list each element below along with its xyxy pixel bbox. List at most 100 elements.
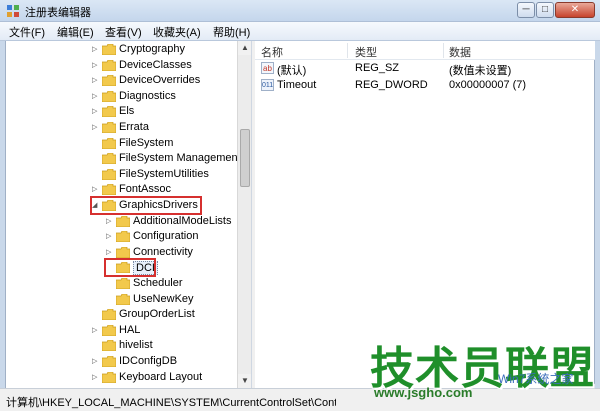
title-bar: 注册表编辑器 ─ □ ✕ xyxy=(0,0,600,22)
column-divider[interactable] xyxy=(347,43,348,58)
collapsed-arrow-icon[interactable]: ▷ xyxy=(92,326,100,336)
minimize-button[interactable]: ─ xyxy=(517,2,535,18)
tree-item-label: GroupOrderList xyxy=(119,308,195,321)
menu-help[interactable]: 帮助(H) xyxy=(210,24,253,40)
tree-item-label: AdditionalModeLists xyxy=(133,214,232,227)
folder-icon xyxy=(116,278,130,289)
window-title: 注册表编辑器 xyxy=(25,7,91,19)
folder-icon xyxy=(116,246,130,258)
tree-item[interactable]: FileSystem Management xyxy=(6,151,237,167)
menu-favorites[interactable]: 收藏夹(A) xyxy=(150,24,204,40)
tree-item-label: Cryptography xyxy=(119,43,186,55)
tree-item-label: Diagnostics xyxy=(119,89,176,102)
collapsed-arrow-icon[interactable]: ▷ xyxy=(92,76,100,86)
registry-editor-icon xyxy=(7,5,19,17)
folder-icon xyxy=(102,106,116,118)
collapsed-arrow-icon[interactable]: ▷ xyxy=(92,107,100,117)
folder-icon xyxy=(102,153,116,165)
folder-icon xyxy=(102,44,116,55)
collapsed-arrow-icon[interactable]: ▷ xyxy=(92,373,100,383)
collapsed-arrow-icon[interactable]: ▷ xyxy=(92,45,100,55)
status-key-path: 计算机\HKEY_LOCAL_MACHINE\SYSTEM\CurrentCon… xyxy=(6,397,336,409)
tree-item[interactable]: FileSystemUtilities xyxy=(6,167,237,183)
tree-item-label: Keyboard Layout xyxy=(119,370,203,383)
folder-icon xyxy=(102,90,116,102)
tree-item[interactable]: ▷ Errata xyxy=(6,120,237,136)
tree-item[interactable]: ▷ AdditionalModeLists xyxy=(6,214,237,230)
maximize-button[interactable]: □ xyxy=(536,2,554,18)
folder-icon xyxy=(102,168,116,180)
folder-icon xyxy=(102,371,116,383)
folder-icon xyxy=(102,324,116,336)
scroll-up-icon[interactable]: ▲ xyxy=(238,41,252,55)
tree-item[interactable]: ▷ Configuration xyxy=(6,229,237,245)
tree-item[interactable]: ▷ DeviceClasses xyxy=(6,58,237,74)
collapsed-arrow-icon[interactable]: ▷ xyxy=(106,248,114,258)
folder-icon xyxy=(116,215,130,227)
tree-item[interactable]: ▷ DeviceOverrides xyxy=(6,73,237,89)
tree-item-label: Scheduler xyxy=(133,277,183,289)
folder-icon xyxy=(116,293,130,305)
menu-view[interactable]: 查看(V) xyxy=(102,24,145,40)
tree-item[interactable]: Scheduler xyxy=(6,276,237,292)
value-name: (默认) xyxy=(277,65,307,77)
collapsed-arrow-icon[interactable]: ▷ xyxy=(92,61,100,71)
tree-scrollbar[interactable]: ▲ ▼ xyxy=(237,41,252,388)
list-header: 名称 类型 数据 xyxy=(255,41,595,60)
tree-item[interactable]: ▷ Keyboard Layout xyxy=(6,370,237,386)
string-value-icon: ab xyxy=(261,62,274,74)
tree-item[interactable]: ▷ Cryptography xyxy=(6,42,237,58)
column-divider[interactable] xyxy=(443,43,444,58)
tree-item-label: HAL xyxy=(119,323,141,336)
value-row[interactable]: 011 Timeout REG_DWORD 0x00000007 (7) xyxy=(255,77,595,94)
tree-item[interactable]: ▷ HAL xyxy=(6,323,237,339)
registry-key-tree[interactable]: ▷ Cryptography ▷ DeviceClasses ▷ DeviceOverri… xyxy=(5,41,237,388)
folder-icon xyxy=(102,122,116,133)
value-data: 0x00000007 (7) xyxy=(449,79,527,91)
value-name: Timeout xyxy=(277,79,317,91)
collapsed-arrow-icon[interactable]: ▷ xyxy=(106,232,114,242)
tree-item[interactable]: hivelist xyxy=(6,338,237,354)
tree-item-label: FileSystem xyxy=(119,136,174,149)
menu-edit[interactable]: 编辑(E) xyxy=(54,24,97,40)
tree-item[interactable]: ▷ IDConfigDB xyxy=(6,354,237,370)
tree-item-label: UseNewKey xyxy=(133,292,194,305)
collapsed-arrow-icon[interactable]: ▷ xyxy=(92,92,100,102)
tree-item-label: IDConfigDB xyxy=(119,355,178,367)
tree-item[interactable]: FileSystem xyxy=(6,136,237,152)
column-header-type[interactable]: 类型 xyxy=(355,44,377,60)
tree-item[interactable]: UseNewKey xyxy=(6,292,237,308)
site-watermark: 技术员联盟 www.jsgho.com Win7系统之家 xyxy=(370,332,598,411)
tree-item-label: DeviceOverrides xyxy=(119,74,201,87)
tree-item-label: FileSystem Management xyxy=(119,152,237,165)
value-data: (数值未设置) xyxy=(449,65,512,77)
tree-item-label: FontAssoc xyxy=(119,183,171,196)
scroll-down-icon[interactable]: ▼ xyxy=(238,374,252,388)
scroll-thumb[interactable] xyxy=(240,129,250,187)
value-type: REG_DWORD xyxy=(355,79,428,91)
value-row[interactable]: ab (默认) REG_SZ (数值未设置) xyxy=(255,60,595,77)
column-header-name[interactable]: 名称 xyxy=(261,44,283,60)
column-header-data[interactable]: 数据 xyxy=(449,44,471,60)
folder-icon xyxy=(102,59,116,71)
folder-icon xyxy=(102,356,116,367)
tree-item-label: DeviceClasses xyxy=(119,58,192,71)
collapsed-arrow-icon[interactable]: ▷ xyxy=(92,357,100,367)
dword-value-icon: 011 xyxy=(261,79,274,91)
folder-icon xyxy=(102,75,116,87)
menu-file[interactable]: 文件(F) xyxy=(6,24,48,40)
red-highlight-box xyxy=(90,196,202,215)
folder-icon xyxy=(102,184,116,196)
collapsed-arrow-icon[interactable]: ▷ xyxy=(92,185,100,195)
close-button[interactable]: ✕ xyxy=(555,2,595,18)
tree-item[interactable]: ▷ Diagnostics xyxy=(6,89,237,105)
watermark-subtitle: Win7系统之家 xyxy=(498,372,574,386)
value-type: REG_SZ xyxy=(355,62,400,74)
tree-item-label: Els xyxy=(119,105,135,118)
collapsed-arrow-icon[interactable]: ▷ xyxy=(106,217,114,227)
tree-item[interactable]: GroupOrderList xyxy=(6,307,237,323)
tree-item[interactable]: ▷ Els xyxy=(6,104,237,120)
collapsed-arrow-icon[interactable]: ▷ xyxy=(92,123,100,133)
folder-icon xyxy=(102,137,116,149)
watermark-url: www.jsgho.com xyxy=(374,385,473,400)
